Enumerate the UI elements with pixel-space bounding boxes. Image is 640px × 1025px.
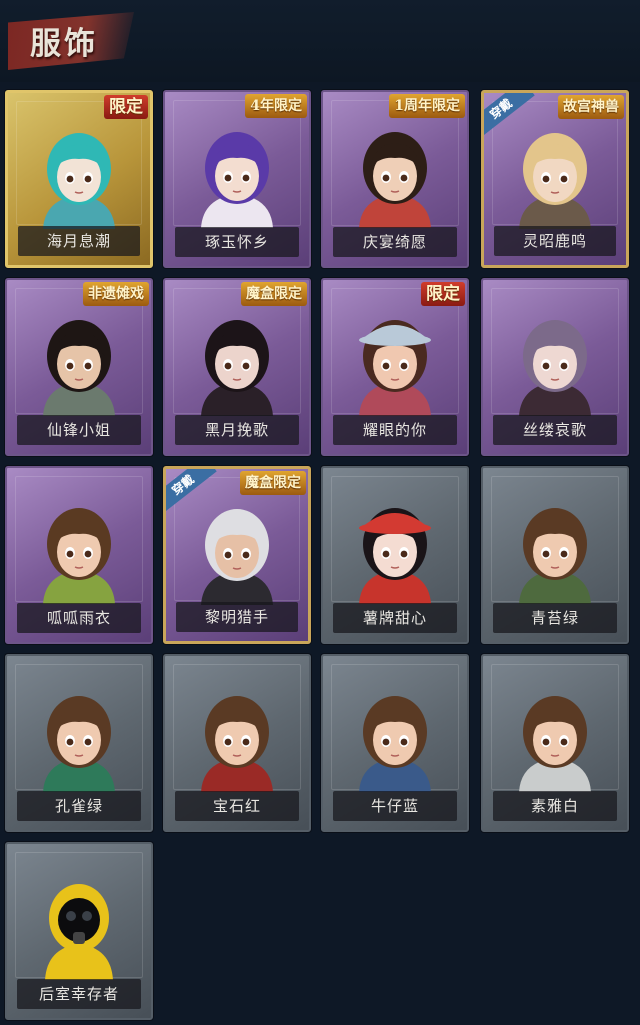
character-portrait	[201, 132, 273, 228]
costume-card[interactable]: 薯牌甜心	[321, 466, 469, 644]
costume-card[interactable]: 青苔绿	[481, 466, 629, 644]
limited-badge: 1周年限定	[389, 94, 465, 118]
costume-name: 黑月挽歌	[175, 415, 299, 445]
costume-card[interactable]: 丝缕哀歌	[481, 278, 629, 456]
costume-name: 耀眼的你	[333, 415, 457, 445]
costume-card[interactable]: 4年限定琢玉怀乡	[163, 90, 311, 268]
costume-name: 琢玉怀乡	[175, 227, 299, 257]
costume-card[interactable]: 限定海月息潮	[5, 90, 153, 268]
costume-name: 灵昭鹿鸣	[494, 226, 616, 256]
character-portrait	[359, 508, 431, 604]
costume-card[interactable]: 1周年限定庆宴绮愿	[321, 90, 469, 268]
character-portrait	[519, 133, 591, 229]
header-bar: 服饰	[0, 0, 640, 82]
costume-name: 后室幸存者	[17, 979, 141, 1009]
character-portrait	[43, 133, 115, 229]
costume-card[interactable]: 魔盒限定 穿戴 黎明猎手	[163, 466, 311, 644]
costume-card[interactable]: 魔盒限定黑月挽歌	[163, 278, 311, 456]
character-portrait	[43, 320, 115, 416]
costume-name: 青苔绿	[493, 603, 617, 633]
costume-name: 黎明猎手	[176, 602, 298, 632]
character-portrait	[201, 696, 273, 792]
character-portrait	[201, 320, 273, 416]
costume-card[interactable]: 宝石红	[163, 654, 311, 832]
limited-badge: 非遗傩戏	[83, 282, 149, 306]
costume-card[interactable]: 非遗傩戏仙锋小姐	[5, 278, 153, 456]
costume-card[interactable]: 限定耀眼的你	[321, 278, 469, 456]
limited-badge: 限定	[104, 95, 148, 119]
character-portrait	[45, 884, 113, 980]
costume-name: 呱呱雨衣	[17, 603, 141, 633]
page-title: 服饰	[30, 26, 98, 62]
costume-card[interactable]: 后室幸存者	[5, 842, 153, 1020]
costume-name: 孔雀绿	[17, 791, 141, 821]
costume-name: 仙锋小姐	[17, 415, 141, 445]
character-portrait	[201, 509, 273, 605]
character-portrait	[519, 320, 591, 416]
costume-card[interactable]: 故宫神兽 穿戴 灵昭鹿鸣	[481, 90, 629, 268]
limited-badge: 故宫神兽	[558, 95, 624, 119]
character-portrait	[519, 696, 591, 792]
character-portrait	[43, 508, 115, 604]
limited-badge: 魔盒限定	[240, 471, 306, 495]
costume-name: 素雅白	[493, 791, 617, 821]
character-portrait	[359, 320, 431, 416]
costume-name: 宝石红	[175, 791, 299, 821]
costume-name: 庆宴绮愿	[333, 227, 457, 257]
character-portrait	[519, 508, 591, 604]
costume-card[interactable]: 孔雀绿	[5, 654, 153, 832]
character-portrait	[359, 696, 431, 792]
limited-badge: 魔盒限定	[241, 282, 307, 306]
costume-card[interactable]: 素雅白	[481, 654, 629, 832]
character-portrait	[43, 696, 115, 792]
costume-card[interactable]: 呱呱雨衣	[5, 466, 153, 644]
character-portrait	[359, 132, 431, 228]
costume-name: 海月息潮	[18, 226, 140, 256]
costume-name: 丝缕哀歌	[493, 415, 617, 445]
costume-name: 牛仔蓝	[333, 791, 457, 821]
limited-badge: 4年限定	[245, 94, 307, 118]
costume-card[interactable]: 牛仔蓝	[321, 654, 469, 832]
limited-badge: 限定	[421, 282, 465, 306]
costume-name: 薯牌甜心	[333, 603, 457, 633]
